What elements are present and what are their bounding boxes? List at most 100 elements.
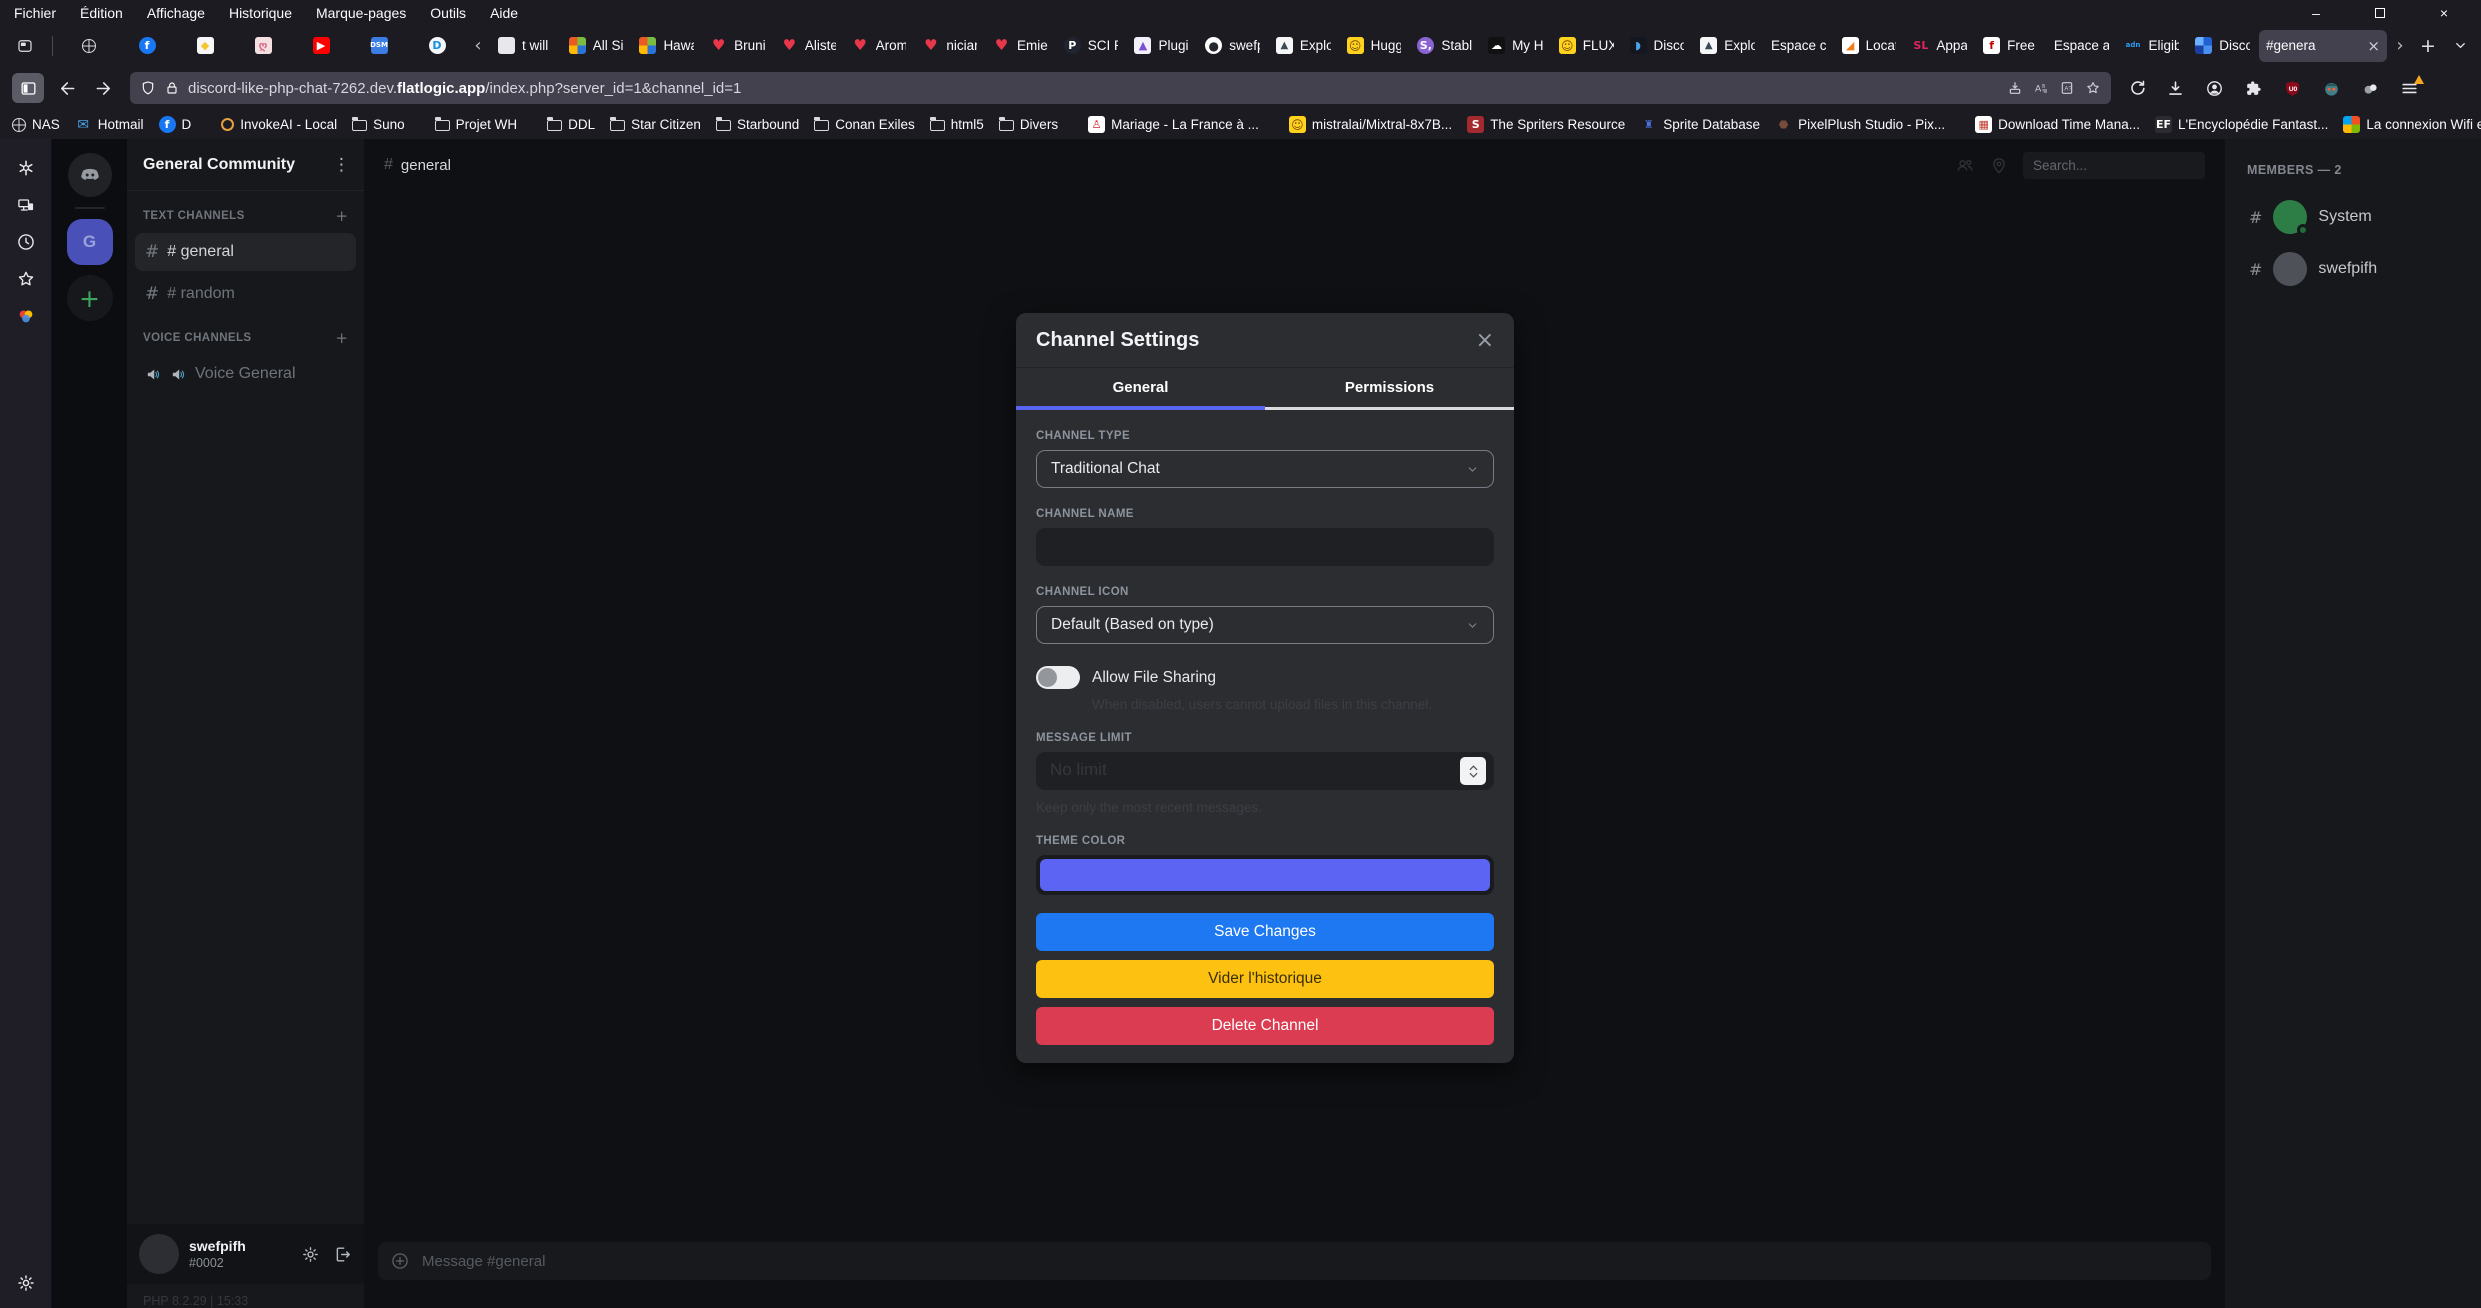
bookmark-ddl[interactable]: DDL bbox=[547, 117, 595, 132]
menu-item-marquepages[interactable]: Marque-pages bbox=[316, 5, 406, 21]
tab-13[interactable]: S,Stable bbox=[1410, 30, 1479, 62]
active-tab[interactable]: #genera × bbox=[2259, 30, 2387, 62]
save-button[interactable]: Save Changes bbox=[1036, 913, 1494, 951]
tab-11[interactable]: ▲Explor bbox=[1269, 30, 1338, 62]
message-input-bar[interactable] bbox=[378, 1242, 2211, 1280]
sidebar-toggle-button[interactable] bbox=[12, 73, 44, 103]
bookmark-l-encyclop-die-fantast-[interactable]: EFL'Encyclopédie Fantast... bbox=[2155, 116, 2328, 133]
settings-gear-icon[interactable] bbox=[15, 1272, 37, 1294]
downloads-icon[interactable] bbox=[2159, 73, 2191, 103]
bookmark-sprite-database[interactable]: ♜Sprite Database bbox=[1640, 116, 1760, 133]
tab-20[interactable]: SLAppar bbox=[1905, 30, 1974, 62]
bookmark-d[interactable]: fD bbox=[159, 116, 192, 133]
channel-item-VoiceGeneral[interactable]: Voice General bbox=[135, 355, 356, 393]
maximize-button[interactable] bbox=[2365, 5, 2395, 21]
attach-plus-icon[interactable] bbox=[390, 1251, 410, 1271]
chatgpt-icon[interactable] bbox=[15, 157, 37, 179]
shield-icon[interactable] bbox=[140, 80, 156, 96]
translate-icon[interactable]: Aa bbox=[2033, 80, 2049, 96]
tab-0[interactable]: t will bbox=[491, 30, 560, 62]
user-avatar[interactable] bbox=[139, 1234, 179, 1274]
channel-type-select[interactable]: Traditional Chat bbox=[1036, 450, 1494, 488]
pinned-tab-blue-d[interactable]: D bbox=[409, 30, 465, 62]
tab-list-button[interactable] bbox=[2445, 31, 2475, 61]
number-spinner[interactable] bbox=[1460, 757, 1486, 785]
tab-16[interactable]: ◗Discor bbox=[1623, 30, 1692, 62]
logout-icon[interactable] bbox=[333, 1245, 352, 1264]
bookmark-pixelplush-studio-pix-[interactable]: ⬣PixelPlush Studio - Pix... bbox=[1775, 116, 1945, 133]
pinned-tab-youtube[interactable]: ▶ bbox=[293, 30, 349, 62]
search-input[interactable] bbox=[2023, 152, 2205, 179]
theme-color-input[interactable] bbox=[1036, 855, 1494, 895]
pinned-tab-pink-creature[interactable]: ღ bbox=[235, 30, 291, 62]
pinned-tab-notes[interactable]: ◆ bbox=[177, 30, 233, 62]
discord-home-button[interactable] bbox=[68, 153, 112, 197]
menu-hamburger-button[interactable] bbox=[2393, 73, 2425, 103]
bookmark-mistralai-mixtral-8x7b-[interactable]: ☺mistralai/Mixtral-8x7B... bbox=[1289, 116, 1452, 133]
tab-10[interactable]: ●swefpi bbox=[1198, 30, 1267, 62]
bookmark-conan-exiles[interactable]: Conan Exiles bbox=[814, 117, 915, 132]
tab-17[interactable]: ▲Explor bbox=[1693, 30, 1762, 62]
bookmarks-star-icon[interactable] bbox=[15, 268, 37, 290]
minimize-button[interactable]: – bbox=[2301, 5, 2331, 21]
tab-5[interactable]: ♥Aromy bbox=[845, 30, 914, 62]
message-input[interactable] bbox=[420, 1252, 2199, 1271]
tab-close-icon[interactable]: × bbox=[2367, 37, 2380, 55]
back-button[interactable] bbox=[50, 73, 82, 103]
tab-8[interactable]: PSCI RE bbox=[1057, 30, 1126, 62]
tab-general[interactable]: General bbox=[1016, 368, 1265, 410]
server-icon-g[interactable]: G bbox=[67, 219, 113, 265]
tab-12[interactable]: ☺Huggi bbox=[1340, 30, 1409, 62]
bookmark-divers[interactable]: Divers bbox=[999, 117, 1058, 132]
tab-9[interactable]: ▲Plugin bbox=[1127, 30, 1196, 62]
tab-15[interactable]: ☺FLUX.2 bbox=[1552, 30, 1621, 62]
bookmark-invokeai-local[interactable]: InvokeAI - Local bbox=[221, 117, 337, 132]
member-row-system[interactable]: #System bbox=[2241, 191, 2465, 243]
save-page-icon[interactable] bbox=[2007, 80, 2023, 96]
modal-close-icon[interactable]: × bbox=[1476, 328, 1494, 353]
tab-24[interactable]: Discor bbox=[2188, 30, 2257, 62]
tab-18[interactable]: Espace clie bbox=[1764, 30, 1833, 62]
channel-item-general[interactable]: ## general bbox=[135, 233, 356, 271]
forward-button[interactable] bbox=[88, 73, 120, 103]
channel-name-input[interactable] bbox=[1036, 528, 1494, 566]
pinned-tab-synology-dsm[interactable]: DSM bbox=[351, 30, 407, 62]
close-button[interactable]: × bbox=[2429, 5, 2459, 21]
reload-button[interactable] bbox=[2121, 73, 2153, 103]
menu-item-aide[interactable]: Aide bbox=[490, 5, 518, 21]
tab-3[interactable]: ♥Bruni2 bbox=[703, 30, 772, 62]
reader-mode-icon[interactable]: A? bbox=[2059, 80, 2075, 96]
bookmark-starbound[interactable]: Starbound bbox=[716, 117, 799, 132]
cloud-extension-icon[interactable] bbox=[2354, 73, 2386, 103]
tab-22[interactable]: Espace ab bbox=[2047, 30, 2116, 62]
robot-extension-icon[interactable] bbox=[2315, 73, 2347, 103]
tab-permissions[interactable]: Permissions bbox=[1265, 368, 1514, 410]
url-bar[interactable]: discord-like-php-chat-7262.dev.flatlogic… bbox=[130, 72, 2111, 104]
tab-14[interactable]: ☁My Ha bbox=[1481, 30, 1550, 62]
tab-scroll-left-icon[interactable]: ‹ bbox=[467, 31, 489, 61]
tab-2[interactable]: Hawai bbox=[632, 30, 701, 62]
lock-icon[interactable] bbox=[164, 80, 180, 96]
pinned-tab-globe[interactable] bbox=[61, 30, 117, 62]
menu-item-fichier[interactable]: Fichier bbox=[14, 5, 56, 21]
bookmark-mariage-la-france-[interactable]: ♙Mariage - La France à ... bbox=[1088, 116, 1259, 133]
pinned-tab-facebook[interactable]: f bbox=[119, 30, 175, 62]
channel-item-random[interactable]: ## random bbox=[135, 275, 356, 313]
account-icon[interactable] bbox=[2198, 73, 2230, 103]
tab-scroll-right-icon[interactable]: › bbox=[2389, 31, 2411, 61]
menu-item-outils[interactable]: Outils bbox=[430, 5, 466, 21]
new-tab-button[interactable]: + bbox=[2413, 31, 2443, 61]
bookmark-hotmail[interactable]: ✉Hotmail bbox=[75, 116, 144, 133]
bookmark-suno[interactable]: Suno bbox=[352, 117, 405, 132]
tab-1[interactable]: All Siz bbox=[562, 30, 631, 62]
bookmark-download-time-mana-[interactable]: ▦Download Time Mana... bbox=[1975, 116, 2140, 133]
bookmark-star-citizen[interactable]: Star Citizen bbox=[610, 117, 701, 132]
clear-history-button[interactable]: Vider l'historique bbox=[1036, 960, 1494, 998]
firefox-view-button[interactable] bbox=[6, 31, 44, 61]
tab-23[interactable]: adnEligibi bbox=[2118, 30, 2187, 62]
members-toggle-icon[interactable] bbox=[1955, 155, 1975, 175]
member-row-swefpifh[interactable]: #swefpifh bbox=[2241, 243, 2465, 295]
tab-21[interactable]: fFree : bbox=[1976, 30, 2045, 62]
tab-6[interactable]: ♥niciar bbox=[915, 30, 984, 62]
server-menu-icon[interactable]: ⋮ bbox=[333, 155, 350, 175]
